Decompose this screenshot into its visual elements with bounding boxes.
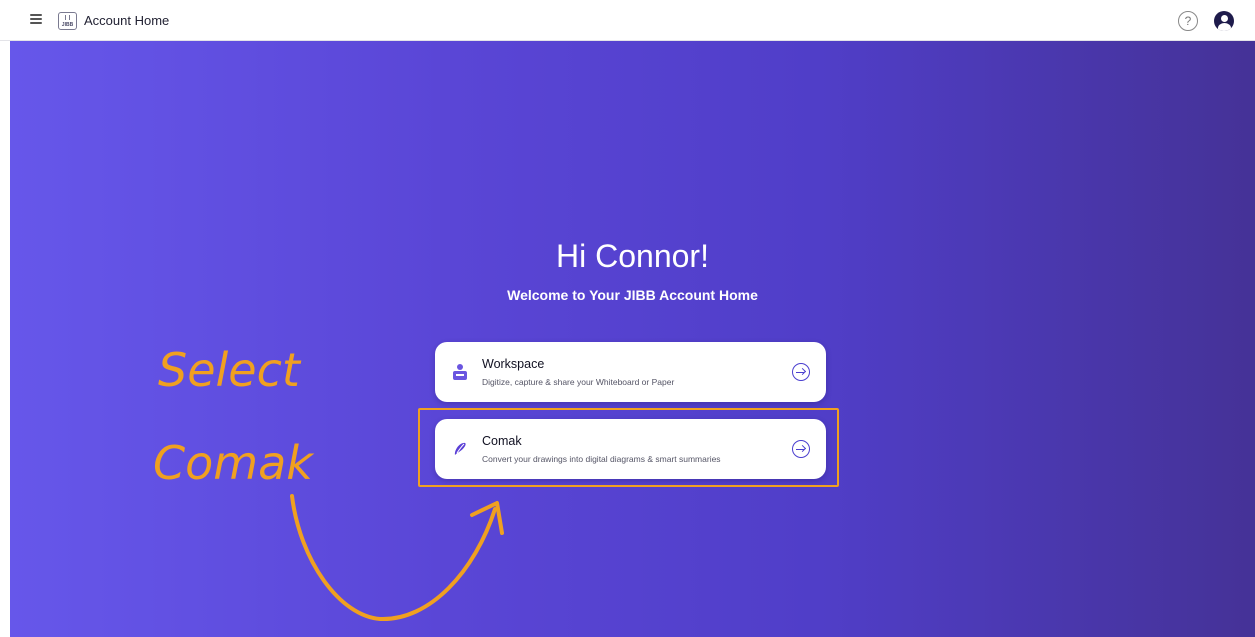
annotation-overlay: Select Comak [153,343,504,622]
workspace-card-description: Digitize, capture & share your Whiteboar… [482,377,675,387]
annotation-highlight-box [418,408,839,487]
arrow-right-circle-icon[interactable] [792,363,810,381]
page-title: Account Home [84,13,170,28]
annotation-arrow [290,494,497,622]
annotation-text-comak: Comak [153,436,315,490]
greeting-heading: Hi Connor! [556,238,709,274]
hero-panel: Hi Connor! Welcome to Your JIBB Account … [10,41,1255,637]
annotation-text-select: Select [158,343,302,397]
help-circle-icon[interactable]: ? [1178,11,1198,31]
annotation-arrowhead [470,501,504,535]
user-avatar-icon[interactable] [1214,11,1234,31]
workspace-card-title: Workspace [482,357,545,371]
welcome-subtitle: Welcome to Your JIBB Account Home [507,287,758,303]
hamburger-menu-icon[interactable] [30,13,44,27]
workspace-icon [453,364,467,380]
jibb-logo[interactable]: JIBB [58,12,77,30]
top-bar: JIBB Account Home ? [0,0,1255,41]
workspace-card[interactable]: Workspace Digitize, capture & share your… [435,342,826,402]
